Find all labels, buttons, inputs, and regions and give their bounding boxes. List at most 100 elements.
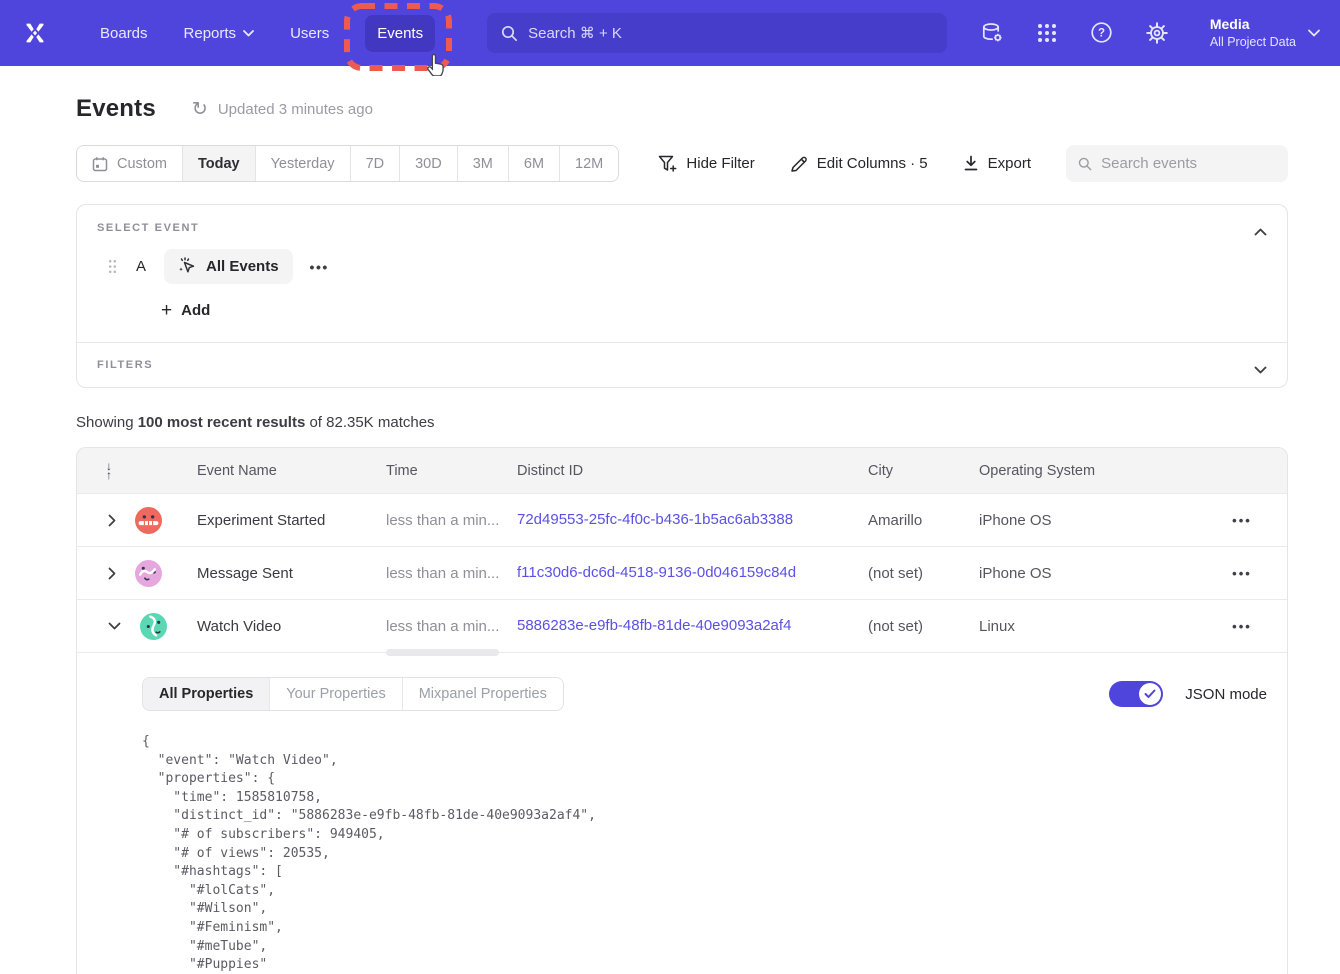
date-range-label: 7D xyxy=(366,156,385,172)
add-event-button[interactable]: + Add xyxy=(161,301,210,320)
nav-item-boards[interactable]: Boards xyxy=(88,15,160,52)
distinct-id-link[interactable]: 72d49553-25fc-4f0c-b436-1b5ac6ab3388 xyxy=(517,511,793,528)
chevron-down-icon xyxy=(243,30,254,37)
toolbar-actions: Hide Filter Edit Columns · 5 Export xyxy=(658,145,1288,182)
toolbar: Custom Today Yesterday 7D 30D 3M 6M 12M … xyxy=(76,145,1288,182)
expand-section-icon[interactable] xyxy=(1250,357,1271,383)
row-more-button[interactable]: ••• xyxy=(1232,619,1252,634)
calendar-icon xyxy=(92,156,108,172)
column-header-os[interactable]: Operating System xyxy=(979,463,1197,479)
plus-icon: + xyxy=(161,301,172,320)
search-events-input[interactable] xyxy=(1101,155,1276,172)
distinct-id-link[interactable]: f11c30d6-dc6d-4518-9136-0d046159c84d xyxy=(517,564,796,581)
nav-events-annotated: Events xyxy=(365,15,435,52)
column-header-event-name[interactable]: Event Name xyxy=(197,463,386,479)
event-selector-button[interactable]: All Events xyxy=(164,249,293,284)
expand-row-icon[interactable] xyxy=(106,565,118,582)
time-column-scrollbar[interactable] xyxy=(386,649,499,656)
distinct-id-link[interactable]: 5886283e-e9fb-48fb-81de-40e9093a2af4 xyxy=(517,617,791,634)
tab-your-properties[interactable]: Your Properties xyxy=(269,678,401,710)
search-events-box xyxy=(1066,145,1288,182)
date-range-3m[interactable]: 3M xyxy=(457,146,508,181)
cell-os: Linux xyxy=(979,618,1197,635)
project-names: Media All Project Data xyxy=(1210,15,1296,51)
cell-os: iPhone OS xyxy=(979,565,1197,582)
cell-os: iPhone OS xyxy=(979,512,1197,529)
json-mode-label: JSON mode xyxy=(1185,686,1267,703)
hide-filter-label: Hide Filter xyxy=(686,155,754,172)
date-range-label: 3M xyxy=(473,156,493,172)
json-mode-control: JSON mode xyxy=(1109,681,1267,707)
mixpanel-logo-icon[interactable] xyxy=(20,16,54,50)
refresh-icon[interactable]: ↻ xyxy=(192,100,208,119)
nav-item-label: Reports xyxy=(184,25,237,42)
cell-city: (not set) xyxy=(868,565,979,582)
nav-right-cluster: ? Media All Project Data xyxy=(980,15,1320,51)
collapse-section-icon[interactable] xyxy=(1250,219,1271,245)
date-range-yesterday[interactable]: Yesterday xyxy=(255,146,350,181)
events-table: ↓↑ Event Name Time Distinct ID City Oper… xyxy=(76,447,1288,974)
json-mode-toggle[interactable] xyxy=(1109,681,1163,707)
nav-menu: Boards Reports Users Events xyxy=(88,15,435,52)
date-range-today[interactable]: Today xyxy=(182,146,255,181)
cell-city: (not set) xyxy=(868,618,979,635)
expand-row-icon[interactable] xyxy=(106,512,118,529)
summary-count: 100 most recent results xyxy=(138,414,306,431)
tab-mixpanel-properties[interactable]: Mixpanel Properties xyxy=(402,678,563,710)
column-header-time[interactable]: Time xyxy=(386,463,517,479)
event-row-more-button[interactable]: ••• xyxy=(310,259,329,275)
summary-suffix: of 82.35K matches xyxy=(305,414,434,431)
hide-filter-button[interactable]: Hide Filter xyxy=(658,155,754,173)
date-range-label: Custom xyxy=(117,156,167,172)
hand-cursor-icon xyxy=(426,53,447,76)
download-icon xyxy=(963,155,979,172)
nav-item-label: Boards xyxy=(100,25,148,42)
tab-all-properties[interactable]: All Properties xyxy=(143,678,269,710)
settings-gear-icon[interactable] xyxy=(1145,21,1169,45)
date-range-label: 30D xyxy=(415,156,442,172)
date-range-label: 12M xyxy=(575,156,603,172)
cell-event-name: Experiment Started xyxy=(197,512,386,529)
project-selector[interactable]: Media All Project Data xyxy=(1210,15,1320,51)
help-icon[interactable]: ? xyxy=(1090,21,1114,45)
date-range-label: 6M xyxy=(524,156,544,172)
cell-time: less than a min... xyxy=(386,565,517,582)
filters-label: FILTERS xyxy=(97,359,1267,371)
edit-columns-button[interactable]: Edit Columns · 5 xyxy=(790,155,928,173)
apps-grid-icon[interactable] xyxy=(1035,21,1059,45)
nav-item-events[interactable]: Events xyxy=(365,15,435,52)
column-header-distinct-id[interactable]: Distinct ID xyxy=(517,463,868,479)
search-icon xyxy=(501,25,518,42)
column-header-city[interactable]: City xyxy=(868,463,979,479)
date-range-7d[interactable]: 7D xyxy=(350,146,400,181)
drag-handle-icon[interactable] xyxy=(108,259,117,274)
check-icon xyxy=(1144,689,1156,699)
global-search-placeholder: Search ⌘ + K xyxy=(528,24,622,42)
select-event-label: SELECT EVENT xyxy=(97,222,1267,234)
export-button[interactable]: Export xyxy=(963,155,1031,172)
date-range-12m[interactable]: 12M xyxy=(559,146,618,181)
select-event-section: SELECT EVENT A xyxy=(77,205,1287,342)
expand-all-icon[interactable]: ↓↑ xyxy=(77,462,197,480)
row-more-button[interactable]: ••• xyxy=(1232,513,1252,528)
main-content: Events ↻ Updated 3 minutes ago Custom To… xyxy=(0,95,1340,974)
collapse-row-icon[interactable] xyxy=(106,620,123,632)
nav-item-reports[interactable]: Reports xyxy=(172,15,267,52)
data-management-icon[interactable] xyxy=(980,21,1004,45)
query-builder-card: SELECT EVENT A xyxy=(76,204,1288,388)
date-range-30d[interactable]: 30D xyxy=(399,146,457,181)
query-row-letter: A xyxy=(136,258,146,275)
nav-item-users[interactable]: Users xyxy=(278,15,341,52)
json-view: { "event": "Watch Video", "properties": … xyxy=(142,733,1267,974)
date-range-label: Yesterday xyxy=(271,156,335,172)
date-range-6m[interactable]: 6M xyxy=(508,146,559,181)
table-header-row: ↓↑ Event Name Time Distinct ID City Oper… xyxy=(77,448,1287,493)
row-more-button[interactable]: ••• xyxy=(1232,566,1252,581)
event-detail-panel: All Properties Your Properties Mixpanel … xyxy=(77,652,1287,974)
page-header: Events ↻ Updated 3 minutes ago xyxy=(76,95,1288,123)
date-range-custom[interactable]: Custom xyxy=(77,146,182,181)
global-search-input[interactable]: Search ⌘ + K xyxy=(487,13,947,53)
event-avatar xyxy=(140,613,167,640)
add-label: Add xyxy=(181,302,210,319)
table-row: Message Sent less than a min... f11c30d6… xyxy=(77,546,1287,599)
